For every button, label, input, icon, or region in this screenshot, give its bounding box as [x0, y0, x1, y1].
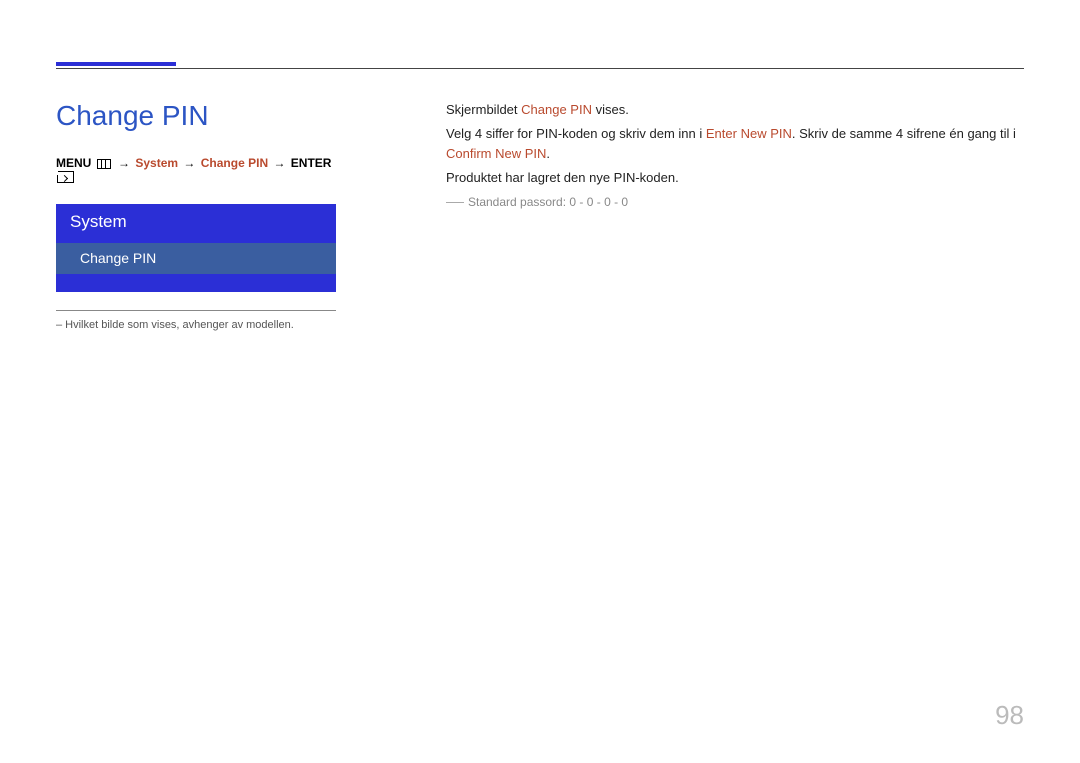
breadcrumb: MENU → System → Change PIN → ENTER: [56, 156, 336, 186]
enter-icon: [58, 171, 74, 186]
footnote-text: – Hvilket bilde som vises, avhenger av m…: [56, 319, 336, 331]
left-column: Change PIN MENU → System → Change PIN → …: [56, 100, 336, 331]
breadcrumb-system: System: [135, 156, 178, 170]
chevron-right-icon: →: [181, 156, 197, 170]
page-number: 98: [995, 700, 1024, 731]
menu-preview: System Change PIN: [56, 204, 336, 292]
manual-page: Change PIN MENU → System → Change PIN → …: [0, 0, 1080, 763]
text: Velg 4 siffer for PIN-koden og skriv dem…: [446, 126, 706, 141]
menu-spacer: [56, 274, 336, 292]
note-text: Standard passord: 0 - 0 - 0 - 0: [468, 195, 628, 209]
text: Skjermbildet: [446, 102, 521, 117]
breadcrumb-menu: MENU: [56, 156, 91, 170]
body-line-1: Skjermbildet Change PIN vises.: [446, 100, 1024, 120]
breadcrumb-enter: ENTER: [291, 156, 332, 170]
body-line-3: Produktet har lagret den nye PIN-koden.: [446, 168, 1024, 188]
chevron-right-icon: →: [271, 156, 287, 170]
keyword-enter-new-pin: Enter New PIN: [706, 126, 792, 141]
breadcrumb-change-pin: Change PIN: [201, 156, 268, 170]
footnote-rule: [56, 310, 336, 311]
header-rule: [56, 68, 1024, 69]
text: vises.: [592, 102, 629, 117]
body-line-2: Velg 4 siffer for PIN-koden og skriv dem…: [446, 124, 1024, 164]
chevron-right-icon: →: [116, 156, 132, 170]
header-accent-bar: [56, 62, 176, 66]
menu-item-change-pin: Change PIN: [56, 243, 336, 274]
menu-icon: [97, 157, 111, 171]
menu-header: System: [56, 204, 336, 243]
content-area: Change PIN MENU → System → Change PIN → …: [56, 100, 1024, 331]
note-dash-icon: [446, 202, 464, 203]
right-column: Skjermbildet Change PIN vises. Velg 4 si…: [446, 100, 1024, 331]
default-password-note: Standard passord: 0 - 0 - 0 - 0: [446, 195, 1024, 209]
page-title: Change PIN: [56, 100, 336, 132]
text: . Skriv de samme 4 sifrene én gang til i: [792, 126, 1016, 141]
keyword-change-pin: Change PIN: [521, 102, 592, 117]
keyword-confirm-new-pin: Confirm New PIN: [446, 146, 546, 161]
text: .: [546, 146, 550, 161]
